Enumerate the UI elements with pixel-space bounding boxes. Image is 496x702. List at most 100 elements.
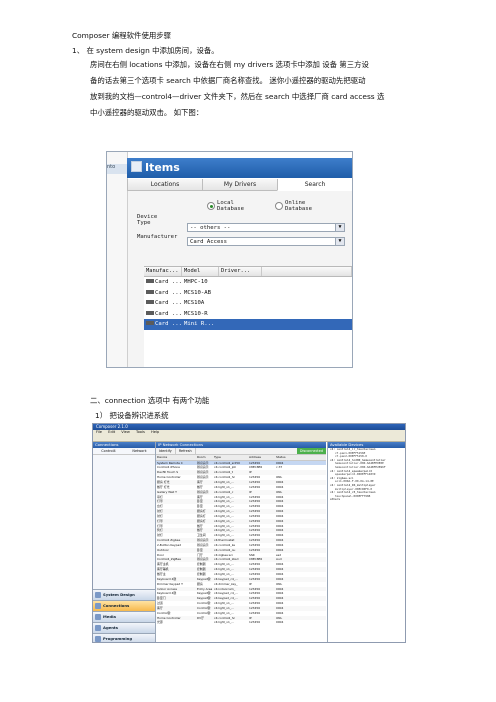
body-line: 备的话去第三个选项卡 search 中依据厂商名称查找。 迷你小遥控器的驱动先把…	[90, 76, 366, 85]
refresh-button[interactable]: Refresh	[176, 448, 196, 454]
column-header[interactable]: Address	[249, 455, 276, 460]
table-cell: 0004	[276, 620, 284, 625]
device-driver-icon	[146, 310, 154, 315]
driver-results-table: Manufac... Model Driver... Card ... MHPC-…	[144, 266, 352, 367]
driver-cell	[219, 298, 262, 309]
agents-icon	[95, 625, 101, 631]
driver-cell	[219, 319, 262, 330]
device-type-label: Device Type	[137, 214, 158, 226]
column-header[interactable]	[262, 267, 352, 276]
driver-manufacturer-cell: Card ...	[144, 277, 182, 288]
chevron-down-icon[interactable]: ▼	[335, 224, 344, 231]
device-driver-icon	[146, 300, 154, 305]
available-devices-panel: Available Devices c4: control4_ir_touchs…	[327, 442, 405, 642]
driver-extra-cell	[262, 298, 352, 309]
available-devices-tree: c4: control4_ir_touchscreen c7-pan1-00EFF…	[328, 447, 405, 502]
menu-edit[interactable]: Edit	[108, 430, 115, 434]
driver-extra-cell	[262, 319, 352, 330]
menu-view[interactable]: View	[121, 430, 130, 434]
driver-model-cell: MCS10-R	[184, 310, 208, 317]
left-panel: Connections Control4 Network System Desi…	[93, 442, 156, 642]
items-tabs: Locations My Drivers Search	[127, 179, 352, 191]
tab-locations[interactable]: Locations	[127, 179, 202, 191]
online-database-radio[interactable]	[275, 202, 283, 210]
column-header[interactable]: Room	[197, 455, 214, 460]
column-header[interactable]: Manufac...	[144, 267, 182, 276]
nav-label: Agents	[103, 625, 119, 630]
driver-manufacturer-cell: Card ...	[144, 288, 182, 299]
device-driver-icon	[146, 279, 154, 283]
ip-network-connections-panel: IP Network Connections Identify Refresh …	[156, 442, 326, 642]
items-icon	[131, 161, 142, 172]
driver-manufacturer-cell: Card ...	[144, 319, 182, 330]
nav-label: Media	[103, 614, 116, 619]
column-header[interactable]: Model	[182, 267, 219, 276]
driver-cell	[219, 288, 262, 299]
identify-button[interactable]: Identify	[156, 448, 176, 454]
system-design-icon	[95, 592, 101, 598]
tab-control4[interactable]: Control4	[93, 448, 124, 454]
manufacturer-label: Manufacturer	[137, 234, 178, 240]
media-icon	[95, 614, 101, 620]
chevron-down-icon[interactable]: ▼	[335, 238, 344, 245]
mid-panel-toolbar: Identify Refresh Disconnected	[156, 448, 326, 455]
left-pane-tab[interactable]: nto	[107, 164, 127, 174]
driver-model-cell: MHPC-10	[184, 279, 208, 285]
table-cell	[197, 620, 214, 625]
items-header: Items	[127, 158, 352, 178]
column-header[interactable]: Device	[156, 455, 197, 460]
section-2-item-1: 1） 把设备辨识进系统	[95, 411, 169, 420]
nav-system-design[interactable]: System Design	[93, 589, 155, 600]
online-database-label: Online Database	[285, 200, 312, 212]
table-header: Manufac... Model Driver...	[144, 267, 352, 277]
column-header[interactable]: Driver...	[219, 267, 262, 276]
body-line: 房间在右侧 locations 中添加，设备在右侧 my drivers 选项卡…	[90, 60, 369, 69]
items-title: Items	[145, 161, 180, 174]
doc-title: Composer 编程软件使用步骤	[72, 31, 172, 40]
tab-my-drivers[interactable]: My Drivers	[202, 179, 277, 191]
driver-cell	[219, 277, 262, 288]
driver-extra-cell	[262, 288, 352, 299]
nav-programming[interactable]: Programming	[93, 633, 155, 642]
driver-extra-cell	[262, 309, 352, 320]
programming-icon	[95, 636, 101, 642]
local-database-radio[interactable]	[207, 202, 215, 210]
disconnected-filter[interactable]: Disconnected	[296, 448, 326, 454]
local-database-label: Local Database	[217, 200, 244, 212]
manufacturer-text: Card ...	[155, 279, 182, 285]
table-row[interactable]: Card ... Mini R...	[144, 319, 352, 330]
tab-network[interactable]: Network	[124, 448, 155, 454]
table-row[interactable]: Card ... MCS10-R	[144, 309, 352, 320]
tab-search[interactable]: Search	[277, 179, 352, 191]
body-line: 放到我的文档—control4—driver 文件夹下，然后在 search 中…	[90, 92, 385, 101]
manufacturer-text: Card ...	[155, 300, 182, 307]
step-1-heading: 1、 在 system design 中添加房间，设备。	[72, 46, 219, 55]
table-row[interactable]: Card ... MCS10-AB	[144, 288, 352, 299]
column-header[interactable]: Type	[214, 455, 249, 460]
table-row[interactable]: Card ... MCS10A	[144, 298, 352, 309]
nav-agents[interactable]: Agents	[93, 622, 155, 633]
driver-model-cell: Mini R...	[184, 321, 215, 328]
driver-model-cell: MCS10A	[184, 300, 205, 307]
manufacturer-select[interactable]: Card Access ▼	[187, 237, 345, 246]
menu-help[interactable]: Help	[151, 430, 159, 434]
driver-extra-cell	[262, 277, 352, 288]
manufacturer-text: Card ...	[155, 310, 182, 317]
driver-manufacturer-cell: Card ...	[144, 298, 182, 309]
driver-model-cell: MCS10-AB	[184, 289, 211, 296]
composer-window-screenshot: Composer 2.1.0 File Edit View Tools Help…	[92, 423, 406, 643]
nav-connections[interactable]: Connections	[93, 600, 155, 611]
tree-item[interactable]: others	[328, 498, 405, 502]
manufacturer-value: Card Access	[190, 239, 228, 245]
table-row[interactable]: 光源 c4:light_v1_... 123456 0004	[156, 620, 326, 625]
connections-icon	[95, 603, 101, 609]
device-type-select[interactable]: -- others -- ▼	[187, 223, 345, 232]
nav-media[interactable]: Media	[93, 611, 155, 622]
nav-label: System Design	[103, 592, 135, 597]
table-row[interactable]: Card ... MHPC-10	[144, 277, 352, 288]
column-header[interactable]: Status	[276, 455, 288, 460]
menu-tools[interactable]: Tools	[136, 430, 145, 434]
table-cell: 光源	[157, 620, 163, 625]
menu-file[interactable]: File	[96, 430, 102, 434]
driver-cell	[219, 309, 262, 320]
